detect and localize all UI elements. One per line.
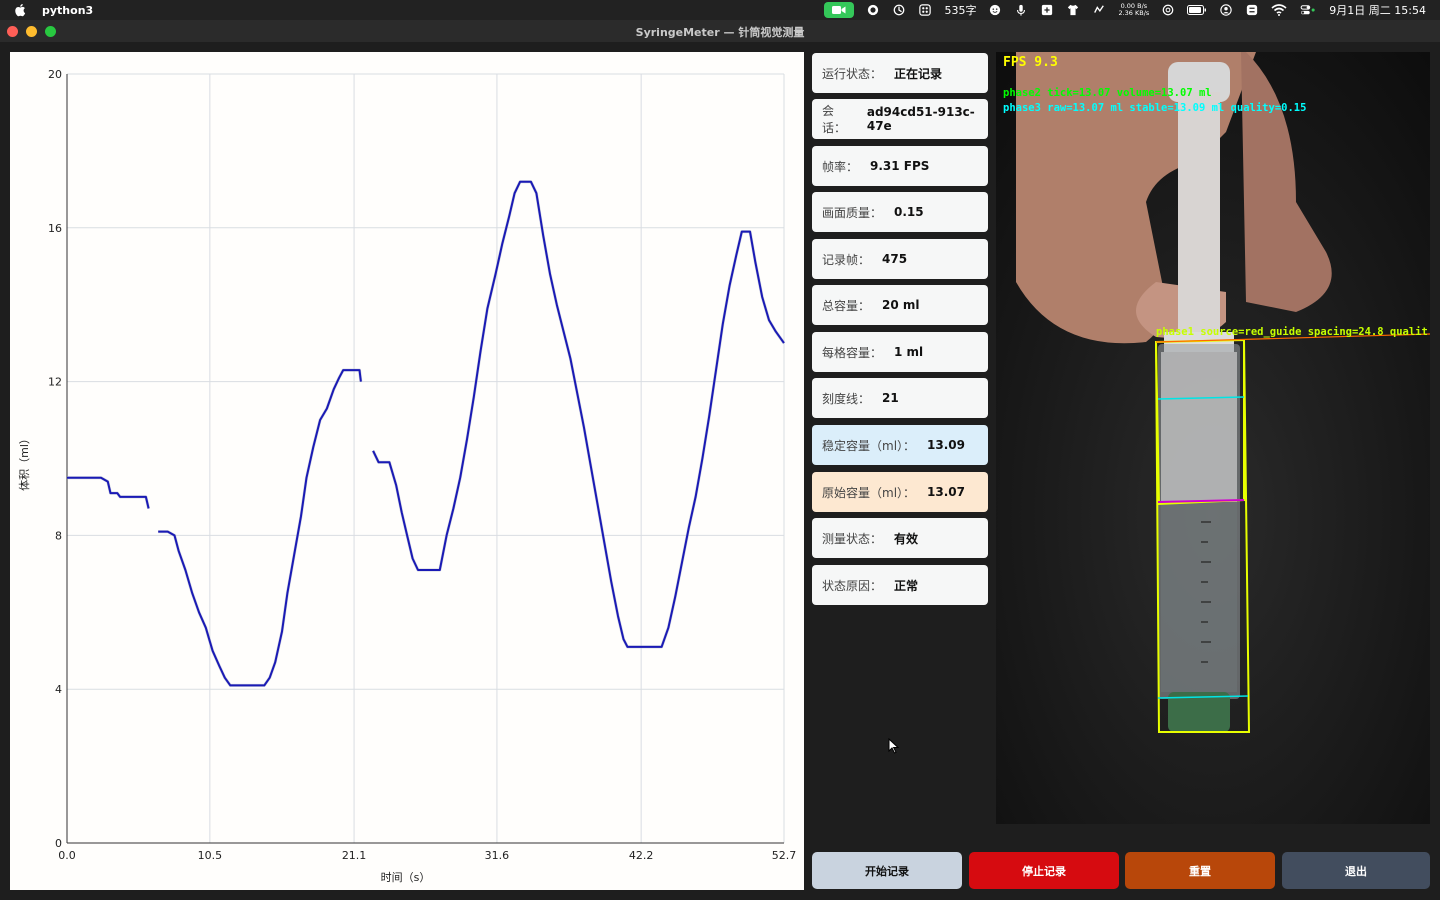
stable-volume-line	[158, 369, 362, 687]
info-value: 正在记录	[894, 66, 943, 81]
x-tick-label: 10.5	[198, 849, 223, 862]
x-tick-label: 0.0	[58, 849, 76, 862]
camera-feed: FPS 9.3 phase2 tick=13.07 volume=13.07 m…	[996, 52, 1430, 824]
tshirt-icon[interactable]	[1066, 4, 1080, 16]
info-per-division: 每格容量： 1 ml	[812, 332, 988, 372]
camera-in-use-icon[interactable]	[824, 2, 855, 18]
window-titlebar: SyringeMeter — 针筒视觉测量	[0, 20, 1440, 42]
info-label: 总容量：	[822, 298, 871, 313]
info-label: 帧率：	[822, 159, 859, 174]
add-window-icon[interactable]	[1040, 4, 1054, 16]
info-value: 475	[882, 252, 908, 266]
start-record-button[interactable]: 开始记录	[812, 852, 962, 889]
info-value: 1 ml	[894, 345, 924, 359]
info-value: 20 ml	[882, 298, 920, 312]
app-name[interactable]: python3	[42, 4, 93, 17]
volume-chart-panel: 0 4 8 12 16 20 0.0 10.5 21.1 31.6 42.2 52.7 时间（s） 体积（…	[10, 52, 804, 890]
info-value: ad94cd51-913c-47e	[866, 105, 975, 133]
char-count[interactable]: 535字	[944, 2, 976, 18]
y-tick-label: 4	[55, 683, 62, 696]
info-value: 正常	[894, 578, 919, 593]
mouse-cursor-icon	[888, 738, 900, 754]
info-label: 会话：	[822, 104, 847, 135]
volume-chart[interactable]: 0481216200.0 10.5 21.1 31.6 42.2 52.7时间（s）体积（…	[10, 52, 804, 890]
datetime[interactable]: 9月1日 周二 15:54	[1329, 2, 1426, 18]
openai-icon[interactable]	[1161, 4, 1175, 16]
record-icon[interactable]	[866, 4, 880, 16]
info-value: 9.31 FPS	[870, 159, 930, 173]
info-stable-volume: 稳定容量（ml）： 13.09	[812, 425, 988, 465]
y-tick-label: 16	[48, 222, 62, 235]
y-tick-label: 8	[55, 529, 62, 542]
window-title: SyringeMeter — 针筒视觉测量	[635, 26, 805, 39]
info-quality: 画面质量： 0.15	[812, 192, 988, 232]
stop-record-button[interactable]: 停止记录	[969, 852, 1119, 889]
info-value: 0.15	[894, 205, 924, 219]
info-label: 状态原因：	[822, 578, 883, 593]
info-run-status: 运行状态： 正在记录	[812, 53, 988, 93]
info-label: 刻度线：	[822, 391, 871, 406]
stable-volume-line	[372, 180, 785, 648]
info-session: 会话： ad94cd51-913c-47e	[812, 99, 988, 139]
grid-app-icon[interactable]	[918, 4, 932, 16]
info-value: 21	[882, 391, 899, 405]
toggle-app-icon[interactable]	[1245, 4, 1259, 16]
status-tray: 535字 0.00 B/s 2.36 KB/s 9月1日 周二 15:54	[824, 0, 1426, 20]
info-label: 记录帧：	[822, 252, 871, 267]
x-tick-label: 21.1	[342, 849, 367, 862]
info-fps: 帧率： 9.31 FPS	[812, 146, 988, 186]
info-label: 画面质量：	[822, 205, 883, 220]
x-axis-label: 时间（s）	[381, 871, 431, 884]
menu-bar: python3 535字 0.00 B/s 2.36 KB/s 9月1日 周二 1…	[0, 0, 1440, 20]
y-tick-label: 12	[48, 376, 62, 389]
info-label: 稳定容量（ml）：	[822, 438, 916, 453]
network-speed[interactable]: 0.00 B/s 2.36 KB/s	[1118, 3, 1149, 17]
x-tick-label: 52.7	[772, 849, 797, 862]
phase2-overlay: phase2 tick=13.07 volume=13.07 ml	[1003, 87, 1212, 99]
info-label: 原始容量（ml）：	[822, 485, 916, 500]
phase3-overlay: phase3 raw=13.07 ml stable=13.09 ml qual…	[1003, 102, 1307, 114]
apple-icon[interactable]	[14, 3, 28, 17]
info-label: 测量状态：	[822, 531, 883, 546]
info-tick-lines: 刻度线： 21	[812, 378, 988, 418]
info-status-reason: 状态原因： 正常	[812, 565, 988, 605]
control-center-icon[interactable]	[1299, 4, 1317, 16]
sync-icon[interactable]	[892, 4, 906, 16]
info-value: 13.09	[927, 438, 965, 452]
info-label: 每格容量：	[822, 345, 883, 360]
net-down: 2.36 KB/s	[1118, 9, 1150, 17]
info-total-capacity: 总容量： 20 ml	[812, 285, 988, 325]
emoji-icon[interactable]	[988, 4, 1002, 16]
info-label: 运行状态：	[822, 66, 883, 81]
info-value: 13.07	[927, 485, 965, 499]
syringe-image	[996, 52, 1430, 824]
info-measure-status: 测量状态： 有效	[812, 518, 988, 558]
fps-overlay: FPS 9.3	[1003, 55, 1058, 70]
info-raw-volume: 原始容量（ml）： 13.07	[812, 472, 988, 512]
y-axis-label: 体积（ml）	[17, 433, 31, 491]
wifi-icon[interactable]	[1271, 4, 1287, 16]
info-recorded-frames: 记录帧： 475	[812, 239, 988, 279]
exit-button[interactable]: 退出	[1282, 852, 1430, 889]
info-value: 有效	[894, 531, 919, 546]
y-tick-label: 20	[48, 68, 62, 81]
microphone-icon[interactable]	[1014, 4, 1028, 16]
user-icon[interactable]	[1219, 4, 1233, 16]
phase1-overlay: phase1 source=red_guide spacing=24.8 qua…	[1156, 326, 1428, 338]
x-tick-label: 42.2	[629, 849, 654, 862]
reset-button[interactable]: 重置	[1125, 852, 1275, 889]
x-tick-label: 31.6	[485, 849, 510, 862]
battery-icon[interactable]	[1187, 4, 1207, 16]
stable-volume-line	[67, 476, 150, 509]
raw-volume-line	[371, 180, 786, 649]
network-monitor-icon[interactable]	[1092, 4, 1106, 16]
raw-volume-line	[158, 368, 363, 687]
